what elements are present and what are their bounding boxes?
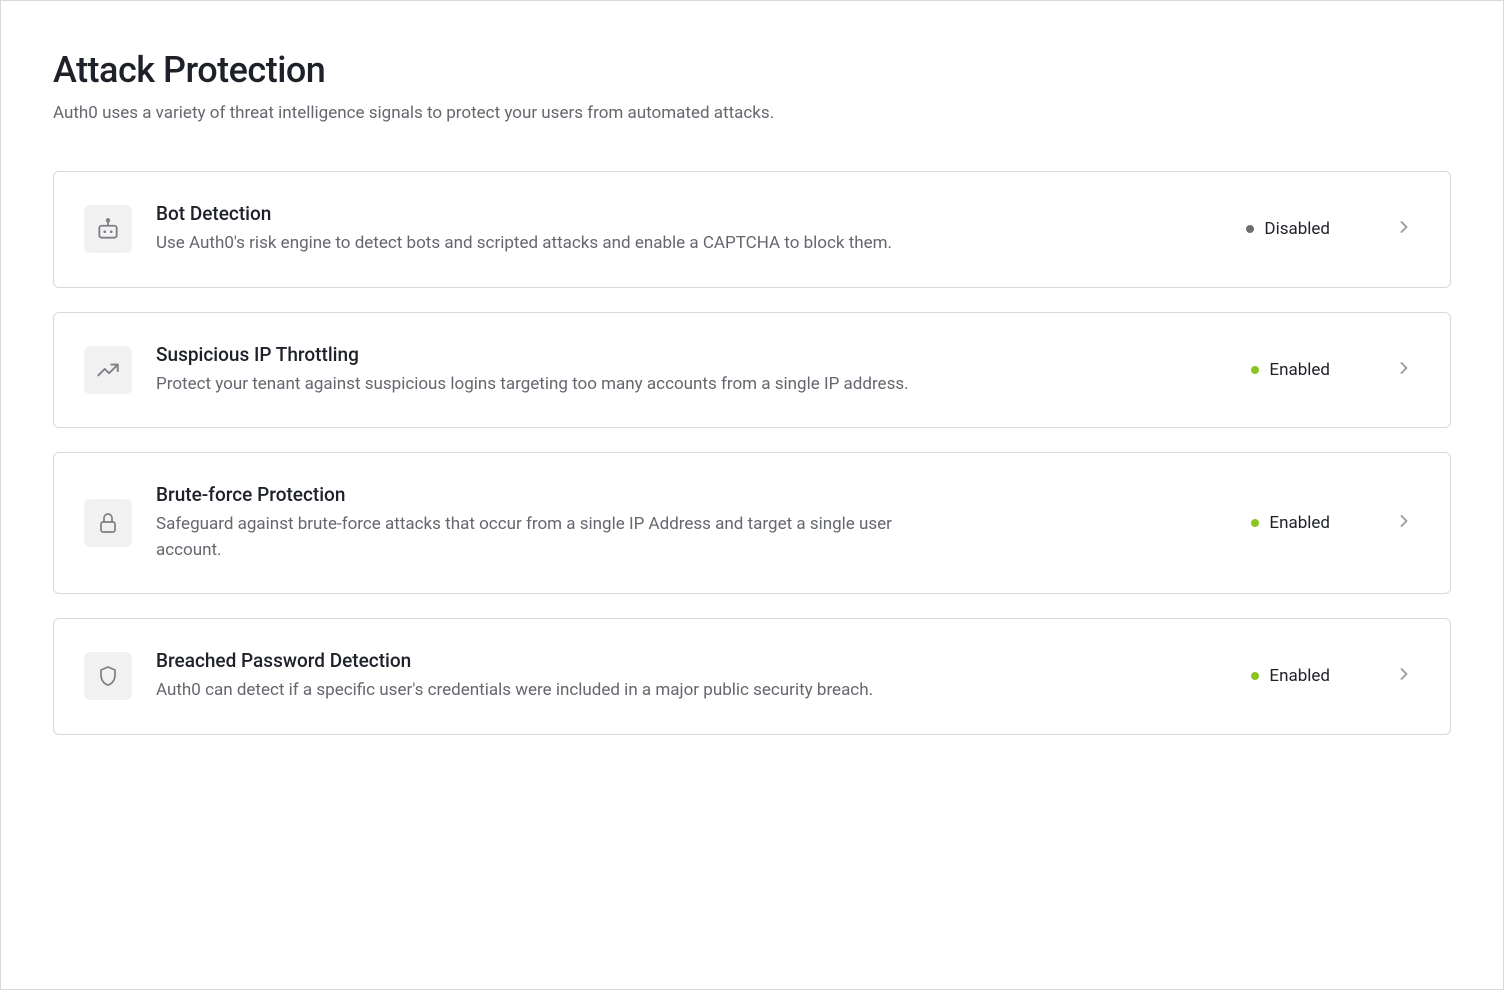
- status-badge: Enabled: [1251, 666, 1330, 686]
- chevron-right-icon: [1394, 358, 1414, 382]
- card-description: Auth0 can detect if a specific user's cr…: [156, 678, 956, 704]
- card-description: Safeguard against brute-force attacks th…: [156, 512, 956, 563]
- status-dot-icon: [1251, 519, 1259, 527]
- card-title: Breached Password Detection: [156, 649, 1227, 672]
- status-dot-icon: [1251, 366, 1259, 374]
- status-badge: Disabled: [1246, 219, 1330, 239]
- card-title: Suspicious IP Throttling: [156, 343, 1227, 366]
- status-dot-icon: [1246, 225, 1254, 233]
- card-breached-password-detection[interactable]: Breached Password Detection Auth0 can de…: [53, 618, 1451, 735]
- status-dot-icon: [1251, 672, 1259, 680]
- card-title: Brute-force Protection: [156, 483, 1227, 506]
- card-suspicious-ip-throttling[interactable]: Suspicious IP Throttling Protect your te…: [53, 312, 1451, 429]
- status-badge: Enabled: [1251, 513, 1330, 533]
- shield-icon: [84, 652, 132, 700]
- chevron-right-icon: [1394, 217, 1414, 241]
- trending-up-icon: [84, 346, 132, 394]
- status-label: Enabled: [1269, 513, 1330, 533]
- bot-icon: [84, 205, 132, 253]
- card-description: Protect your tenant against suspicious l…: [156, 372, 956, 398]
- page-subtitle: Auth0 uses a variety of threat intellige…: [53, 103, 1451, 123]
- status-label: Enabled: [1269, 360, 1330, 380]
- page-title: Attack Protection: [53, 49, 1451, 91]
- lock-icon: [84, 499, 132, 547]
- status-badge: Enabled: [1251, 360, 1330, 380]
- status-label: Enabled: [1269, 666, 1330, 686]
- card-title: Bot Detection: [156, 202, 1222, 225]
- card-brute-force-protection[interactable]: Brute-force Protection Safeguard against…: [53, 452, 1451, 594]
- status-label: Disabled: [1264, 219, 1330, 239]
- card-description: Use Auth0's risk engine to detect bots a…: [156, 231, 956, 257]
- chevron-right-icon: [1394, 664, 1414, 688]
- card-bot-detection[interactable]: Bot Detection Use Auth0's risk engine to…: [53, 171, 1451, 288]
- chevron-right-icon: [1394, 511, 1414, 535]
